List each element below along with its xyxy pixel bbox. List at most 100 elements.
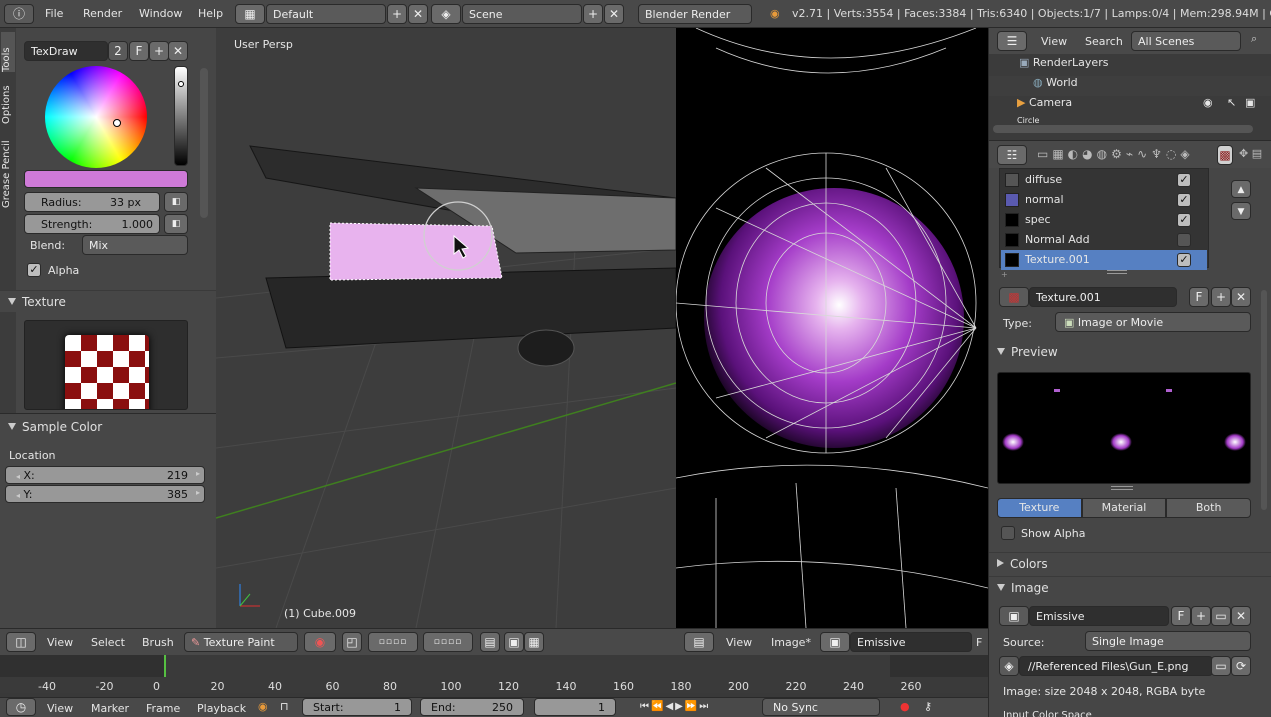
- remove-texture-icon[interactable]: ✕: [1231, 287, 1251, 307]
- outliner-filter-select[interactable]: All Scenes: [1131, 31, 1241, 51]
- texture-name-field[interactable]: Texture.001: [1029, 287, 1177, 307]
- value-slider-handle[interactable]: [178, 81, 184, 87]
- unlink-image-icon[interactable]: ✕: [1231, 606, 1251, 626]
- image-name-field[interactable]: Emissive: [1029, 606, 1169, 626]
- slot-enable-checkbox[interactable]: [1177, 233, 1191, 247]
- menu-render[interactable]: Render: [83, 7, 122, 20]
- keying-set-icon[interactable]: ⚷: [924, 700, 932, 713]
- lock-icon[interactable]: ⊓: [280, 700, 289, 713]
- texture-panel-header[interactable]: Texture: [0, 290, 216, 312]
- image-datablock-icon[interactable]: ▣: [999, 606, 1029, 626]
- browse-file-icon[interactable]: ▭: [1211, 656, 1231, 676]
- 3d-viewport[interactable]: User Persp (1) Cube.009: [216, 28, 676, 628]
- slot-enable-checkbox[interactable]: ✓: [1177, 213, 1191, 227]
- scene-icon[interactable]: ◈: [431, 4, 461, 24]
- viewport-menu-select[interactable]: Select: [91, 636, 125, 649]
- location-y-field[interactable]: ◂ Y: 385 ▸: [5, 485, 205, 503]
- texture-context-icon[interactable]: ▩: [1217, 145, 1233, 165]
- tab-material[interactable]: Material: [1081, 498, 1167, 518]
- slot-list-add-icon[interactable]: +: [1001, 270, 1011, 279]
- 3d-view-editor-icon[interactable]: ◫: [6, 632, 36, 652]
- pivot-icon[interactable]: ◰: [342, 632, 362, 652]
- outliner-scrollbar[interactable]: [993, 125, 1253, 133]
- properties-editor-icon[interactable]: ☷: [997, 145, 1027, 165]
- context-tab-icons[interactable]: ▭▦◐◕◍⚙⌁∿♆◌◈: [1037, 147, 1194, 161]
- fake-user-button[interactable]: F: [129, 41, 149, 61]
- record-keyframe-icon[interactable]: ◉: [258, 700, 268, 713]
- texture-fake-user-button[interactable]: F: [1189, 287, 1209, 307]
- add-brush-icon[interactable]: +: [149, 41, 169, 61]
- end-frame-field[interactable]: End: 250: [420, 698, 524, 716]
- brush-color-swatch[interactable]: [24, 170, 188, 188]
- move-slot-down-icon[interactable]: ▼: [1231, 202, 1251, 220]
- tab-texture[interactable]: Texture: [997, 498, 1082, 518]
- texture-datablock-icon[interactable]: ▩: [999, 287, 1029, 307]
- tool-shelf-scrollbar[interactable]: [200, 68, 208, 218]
- sync-mode-select[interactable]: No Sync: [762, 698, 880, 716]
- auto-keyframe-icon[interactable]: ●: [900, 700, 910, 713]
- properties-scrollbar[interactable]: [1261, 290, 1267, 510]
- add-scene-icon[interactable]: +: [583, 4, 603, 24]
- slot-list-resize-grip[interactable]: [1107, 270, 1127, 274]
- remove-scene-icon[interactable]: ✕: [604, 4, 624, 24]
- timeline-menu-playback[interactable]: Playback: [197, 702, 246, 715]
- outliner-menu-view[interactable]: View: [1041, 35, 1067, 48]
- outliner-item-renderlayers[interactable]: ▣ RenderLayers: [989, 56, 1271, 76]
- timeline-menu-view[interactable]: View: [47, 702, 73, 715]
- menu-file[interactable]: File: [45, 7, 63, 20]
- interaction-mode-select[interactable]: ✎ Texture Paint: [184, 632, 298, 652]
- sample-color-header[interactable]: Sample Color: [0, 416, 216, 438]
- texture-slot-row[interactable]: Normal Add: [1001, 230, 1207, 250]
- outliner-item-camera[interactable]: ▶ Camera ◉ ↖ ▣: [989, 96, 1271, 116]
- texture-slot-row[interactable]: diffuse ✓: [1001, 170, 1207, 190]
- slot-enable-checkbox[interactable]: ✓: [1177, 193, 1191, 207]
- blend-select[interactable]: Mix: [82, 235, 188, 255]
- info-editor-icon[interactable]: ⓘ: [4, 4, 34, 24]
- playback-controls[interactable]: ⏮⏪◀▶⏩⏭: [640, 701, 710, 712]
- timeline-menu-marker[interactable]: Marker: [91, 702, 129, 715]
- scene-field[interactable]: Scene: [462, 4, 582, 24]
- outliner-editor-icon[interactable]: ☰: [997, 31, 1027, 51]
- alpha-checkbox[interactable]: ✓: [27, 263, 41, 277]
- render-camera-icon[interactable]: ▣: [1245, 96, 1255, 109]
- start-frame-field[interactable]: Start: 1: [302, 698, 412, 716]
- opengl-animation-icon[interactable]: ▦: [524, 632, 544, 652]
- radius-field[interactable]: Radius: 33 px: [24, 192, 160, 212]
- value-slider[interactable]: [174, 66, 188, 166]
- add-image-icon[interactable]: +: [1191, 606, 1211, 626]
- image-browse-icon[interactable]: ▣: [820, 632, 850, 652]
- image-source-select[interactable]: Single Image: [1085, 631, 1251, 651]
- color-picker-cursor[interactable]: [113, 119, 121, 127]
- strength-field[interactable]: Strength: 1.000: [24, 214, 160, 234]
- image-panel-header[interactable]: Image: [989, 576, 1271, 598]
- preview-resize-grip[interactable]: [1111, 486, 1133, 490]
- layer-buttons[interactable]: ▫▫▫▫: [423, 632, 473, 652]
- uv-image-editor[interactable]: [676, 28, 988, 628]
- strength-pressure-icon[interactable]: ◧: [164, 214, 188, 234]
- mask-mode-buttons[interactable]: ▫▫▫▫: [368, 632, 418, 652]
- layout-field[interactable]: Default: [266, 4, 386, 24]
- tab-tools[interactable]: Tools: [1, 32, 15, 72]
- outliner-menu-search[interactable]: Search: [1085, 35, 1123, 48]
- image-editor-menu-view[interactable]: View: [726, 636, 752, 649]
- tab-options[interactable]: Options: [1, 76, 15, 124]
- texture-slot-row[interactable]: normal ✓: [1001, 190, 1207, 210]
- location-x-field[interactable]: ◂ X: 219 ▸: [5, 466, 205, 484]
- viewport-menu-brush[interactable]: Brush: [142, 636, 174, 649]
- particles-context-icon[interactable]: ✥ ▤: [1239, 147, 1262, 160]
- image-editor-menu-image[interactable]: Image*: [771, 636, 811, 649]
- slot-enable-checkbox[interactable]: ✓: [1177, 173, 1191, 187]
- move-slot-up-icon[interactable]: ▲: [1231, 180, 1251, 198]
- menu-window[interactable]: Window: [139, 7, 182, 20]
- brush-name-field[interactable]: TexDraw: [24, 41, 108, 61]
- render-preview-icon[interactable]: ▤: [480, 632, 500, 652]
- outliner-item-circle[interactable]: Circle: [989, 116, 1271, 124]
- layout-icon[interactable]: ▦: [235, 4, 265, 24]
- brush-texture-preview[interactable]: [24, 320, 188, 410]
- timeline-menu-frame[interactable]: Frame: [146, 702, 180, 715]
- menu-help[interactable]: Help: [198, 7, 223, 20]
- tab-grease-pencil[interactable]: Grease Pencil: [1, 128, 15, 208]
- add-layout-icon[interactable]: +: [387, 4, 407, 24]
- image-editor-fake-user[interactable]: F: [976, 636, 982, 649]
- current-frame-marker[interactable]: [164, 655, 166, 677]
